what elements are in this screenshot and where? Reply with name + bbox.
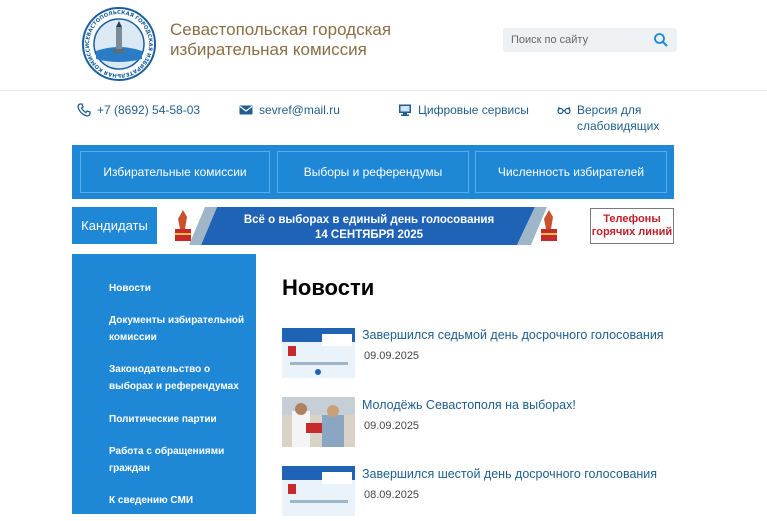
sidebar-item-documents[interactable]: Документы избирательной комиссии: [109, 312, 249, 346]
monitor-icon: [398, 103, 412, 117]
commission-logo[interactable]: СЕВАСТОПОЛЬСКАЯ ГОРОДСКАЯ ИЗБИРАТЕЛЬНАЯ …: [80, 3, 156, 81]
glasses-icon: [557, 103, 571, 117]
news-title-link[interactable]: Завершился шестой день досрочного голосо…: [362, 467, 657, 481]
news-title-link[interactable]: Завершился седьмой день досрочного голос…: [362, 328, 664, 342]
menu-item-commissions[interactable]: Избирательные комиссии: [80, 151, 270, 193]
news-date: 09.09.2025: [364, 420, 420, 432]
news-date: 09.09.2025: [364, 350, 420, 362]
page-title: Новости: [282, 275, 375, 300]
news-thumbnail[interactable]: [282, 328, 355, 378]
search-input[interactable]: [503, 28, 643, 52]
menu-item-elections[interactable]: Выборы и референдумы: [277, 151, 469, 193]
menu-item-voters-count[interactable]: Численность избирателей: [475, 151, 667, 193]
phone-icon: [77, 103, 91, 117]
candidates-button[interactable]: Кандидаты: [72, 207, 157, 244]
sidebar-item-media[interactable]: К сведению СМИ: [109, 492, 249, 509]
election-day-banner[interactable]: Всё о выборах в единый день голосования …: [165, 207, 563, 245]
header-divider: [0, 90, 767, 91]
news-thumbnail[interactable]: [282, 397, 355, 447]
low-vision-link[interactable]: Версия для слабовидящих: [577, 102, 667, 134]
email-address[interactable]: sevref@mail.ru: [259, 102, 340, 118]
election-emblem-left-icon: [175, 210, 191, 241]
contact-phone[interactable]: +7 (8692) 54-58-03: [77, 102, 200, 118]
news-title-link[interactable]: Молодёжь Севастополя на выборах!: [362, 398, 576, 412]
sidebar-item-parties[interactable]: Политические партии: [109, 411, 249, 428]
banner-line2: 14 СЕНТЯБРЯ 2025: [315, 229, 424, 241]
search-box: [503, 28, 677, 52]
phone-number[interactable]: +7 (8692) 54-58-03: [97, 102, 200, 118]
contact-digital-services[interactable]: Цифровые сервисы: [398, 102, 529, 118]
news-date: 08.09.2025: [364, 489, 420, 501]
search-icon[interactable]: [653, 32, 669, 48]
sidebar-item-appeals[interactable]: Работа с обращениями граждан: [109, 443, 249, 477]
envelope-icon: [239, 103, 253, 117]
main-menu: Избирательные комиссии Выборы и референд…: [72, 145, 674, 199]
org-title: Севастопольская городская избирательная …: [170, 20, 392, 59]
news-thumbnail[interactable]: [282, 466, 355, 516]
hotline-button[interactable]: Телефоны горячих линий: [590, 208, 674, 244]
sidebar-item-legislation[interactable]: Законодательство о выборах и референдума…: [109, 361, 249, 395]
banner-line1: Всё о выборах в единый день голосования: [244, 214, 494, 226]
contact-low-vision[interactable]: Версия для слабовидящих: [557, 102, 667, 134]
digital-services-link[interactable]: Цифровые сервисы: [418, 102, 529, 118]
sidebar: Новости Документы избирательной комиссии…: [72, 254, 256, 514]
sidebar-item-news[interactable]: Новости: [109, 280, 249, 297]
hotline-line2: горячих линий: [591, 226, 673, 238]
hotline-line1: Телефоны: [603, 213, 661, 225]
contact-email[interactable]: sevref@mail.ru: [239, 102, 340, 118]
